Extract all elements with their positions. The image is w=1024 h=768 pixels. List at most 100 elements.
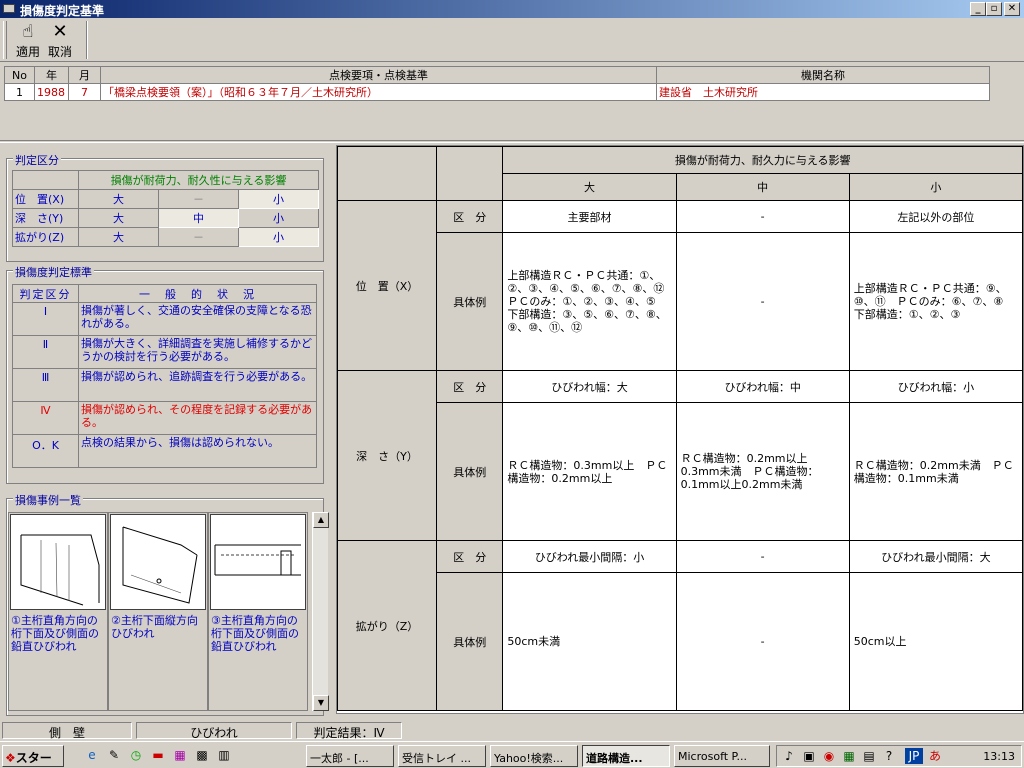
tray-app-icon[interactable]: ◉ [821, 748, 837, 764]
case-caption: ①主桁直角方向の桁下面及び側面の鉛直ひびわれ [11, 614, 99, 653]
app-icon[interactable]: ▥ [216, 747, 232, 763]
depth-y-label: 深 さ（Y） [337, 370, 438, 541]
ime-jp-icon[interactable]: JP [905, 748, 923, 764]
case-list: ①主桁直角方向の桁下面及び側面の鉛直ひびわれ ②主桁下面縦方向ひびわれ ③主桁直… [8, 512, 329, 711]
cell-year[interactable]: 1988 [34, 83, 69, 101]
close-button[interactable]: ✕ [1004, 2, 1020, 16]
app-icon[interactable]: ▬ [150, 747, 166, 763]
judgment-x-large[interactable]: 大 [78, 189, 159, 209]
matrix-corner [337, 146, 438, 201]
col-agency: 機関名称 [656, 66, 990, 84]
cell-standard[interactable]: 「橋梁点検要領（案）」（昭和６３年７月／土木研究所） [100, 83, 657, 101]
minimize-button[interactable]: _ [970, 2, 986, 16]
ime-mode-icon[interactable]: あ [927, 748, 943, 764]
x-kubun-small: 左記以外の部位 [848, 200, 1023, 233]
matrix-corner-2 [436, 146, 504, 201]
toolbar: ☝ 適用 ✕ 取消 [0, 18, 1024, 62]
task-button-inbox[interactable]: 受信トレイ ... [398, 745, 486, 767]
edit-icon[interactable]: ✎ [106, 747, 122, 763]
task-button-ichitaro[interactable]: 一太郎 - [... [306, 745, 394, 767]
judgment-y-medium[interactable]: 中 [158, 208, 239, 228]
case-list-scrollbar[interactable]: ▲ ▼ [312, 512, 329, 711]
task-button-powerpoint[interactable]: Microsoft P... [674, 745, 770, 767]
spread-z-label: 拡がり（Z） [337, 540, 438, 711]
start-button[interactable]: ❖スタート [2, 745, 64, 767]
cell-agency[interactable]: 建設省 土木研究所 [656, 83, 990, 101]
col-standard: 点検要項・点検基準 [100, 66, 657, 84]
app-icon[interactable]: ▩ [194, 747, 210, 763]
std-grade: Ⅲ [12, 368, 79, 402]
speaker-icon[interactable]: ♪ [781, 748, 797, 764]
pointer-hand-icon: ☝ [22, 21, 34, 42]
table-row[interactable]: 1 1988 7 「橋梁点検要領（案）」（昭和６３年７月／土木研究所） 建設省 … [4, 83, 990, 101]
case-item-1[interactable]: ①主桁直角方向の桁下面及び側面の鉛直ひびわれ [8, 512, 108, 711]
case-item-3[interactable]: ③主桁直角方向の桁下面及び側面の鉛直ひびわれ [208, 512, 308, 711]
std-desc: 損傷が著しく、交通の安全確保の支障となる恐れがある。 [78, 302, 317, 336]
judgment-y-large[interactable]: 大 [78, 208, 159, 228]
x-example-large: 上部構造ＲＣ・ＰＣ共通：①、②、③、④、⑤、⑥、⑦、⑧、⑫ ＰＣのみ：①、②、③… [502, 232, 677, 371]
example-label: 具体例 [436, 402, 504, 541]
judgment-z-small[interactable]: 小 [238, 227, 319, 247]
girder-crack-illustration [122, 526, 198, 604]
x-kubun-medium: - [675, 200, 850, 233]
judgment-row-y: 深 さ(Y) 大 中 小 [12, 208, 319, 228]
y-example-large: ＲＣ構造物：0.3mm以上 ＰＣ構造物：0.2mm以上 [502, 402, 677, 541]
level-large: 大 [502, 173, 677, 201]
toolbar-grip[interactable] [3, 21, 7, 59]
z-example-small: 50cm以上 [848, 572, 1023, 711]
table-row: Ⅲ 損傷が認められ、追跡調査を行う必要がある。 [12, 368, 317, 402]
judgment-table: 損傷が耐荷力、耐久性に与える影響 位 置(X) 大 － 小 深 さ(Y) 大 中… [12, 170, 319, 247]
kubun-label: 区 分 [436, 200, 504, 233]
judgment-label-x: 位 置(X) [12, 189, 79, 209]
task-button-road[interactable]: 道路構造... [582, 745, 670, 767]
z-example-large: 50cm未満 [502, 572, 677, 711]
z-example-medium: - [675, 572, 850, 711]
tray-app-icon[interactable]: ▤ [861, 748, 877, 764]
task-button-yahoo[interactable]: Yahoo!検索... [490, 745, 578, 767]
network-icon[interactable]: ▣ [801, 748, 817, 764]
cell-month[interactable]: 7 [68, 83, 101, 101]
level-medium: 中 [675, 173, 850, 201]
apply-button[interactable]: ☝ 適用 [12, 21, 44, 59]
table-row: O．K 点検の結果から、損傷は認められない。 [12, 434, 317, 468]
judgment-z-large[interactable]: 大 [78, 227, 159, 247]
reference-table-header: No 年 月 点検要項・点検基準 機関名称 [4, 66, 990, 84]
browser-icon[interactable]: e [84, 747, 100, 763]
tray-app-icon[interactable]: ▦ [841, 748, 857, 764]
scroll-up-icon[interactable]: ▲ [313, 512, 329, 528]
kubun-label: 区 分 [436, 540, 504, 573]
scroll-down-icon[interactable]: ▼ [313, 695, 329, 711]
detail-matrix: 損傷が耐荷力、耐久力に与える影響 大 中 小 位 置（X） 区 分 主要部材 -… [336, 145, 1024, 714]
matrix-table: 損傷が耐荷力、耐久力に与える影響 大 中 小 位 置（X） 区 分 主要部材 -… [337, 146, 1023, 711]
judgment-x-small[interactable]: 小 [238, 189, 319, 209]
app-icon[interactable]: ▦ [172, 747, 188, 763]
judgment-row-x: 位 置(X) 大 － 小 [12, 189, 319, 209]
title-bar: 損傷度判定基準 _ ▫ ✕ [0, 0, 1024, 18]
std-grade: Ⅰ [12, 302, 79, 336]
table-row: Ⅱ 損傷が大きく、詳細調査を実施し補修するかどうかの検討を行う必要がある。 [12, 335, 317, 369]
cancel-button[interactable]: ✕ 取消 [44, 21, 76, 59]
case-item-2[interactable]: ②主桁下面縦方向ひびわれ [108, 512, 208, 711]
std-grade: Ⅱ [12, 335, 79, 369]
cell-no[interactable]: 1 [4, 83, 35, 101]
case-caption: ③主桁直角方向の桁下面及び側面の鉛直ひびわれ [211, 614, 299, 653]
help-icon[interactable]: ? [881, 748, 897, 764]
x-example-small: 上部構造ＲＣ・ＰＣ共通：⑨、⑩、⑪ ＰＣのみ：⑥、⑦、⑧ 下部構造：①、②、③ [848, 232, 1023, 371]
clock[interactable]: 13:13 [983, 750, 1015, 763]
apply-button-label: 適用 [15, 45, 40, 59]
case-image[interactable] [210, 514, 306, 610]
y-example-small: ＲＣ構造物：0.2mm未満 ＰＣ構造物：0.1mm未満 [848, 402, 1023, 541]
clock-icon[interactable]: ◷ [128, 747, 144, 763]
status-result: 判定結果：Ⅳ [296, 722, 402, 740]
case-image[interactable] [110, 514, 206, 610]
judgment-y-small[interactable]: 小 [238, 208, 319, 228]
std-desc: 損傷が認められ、追跡調査を行う必要がある。 [78, 368, 317, 402]
case-image[interactable] [10, 514, 106, 610]
col-month: 月 [68, 66, 101, 84]
col-no: No [4, 66, 35, 84]
y-kubun-small: ひびわれ幅：小 [848, 370, 1023, 403]
taskbar: ❖スタート e ✎ ◷ ▬ ▦ ▩ ▥ 一太郎 - [... 受信トレイ ...… [0, 741, 1024, 768]
restore-button[interactable]: ▫ [986, 2, 1002, 16]
std-desc: 損傷が大きく、詳細調査を実施し補修するかどうかの検討を行う必要がある。 [78, 335, 317, 369]
windows-logo-icon: ❖ [5, 751, 16, 765]
